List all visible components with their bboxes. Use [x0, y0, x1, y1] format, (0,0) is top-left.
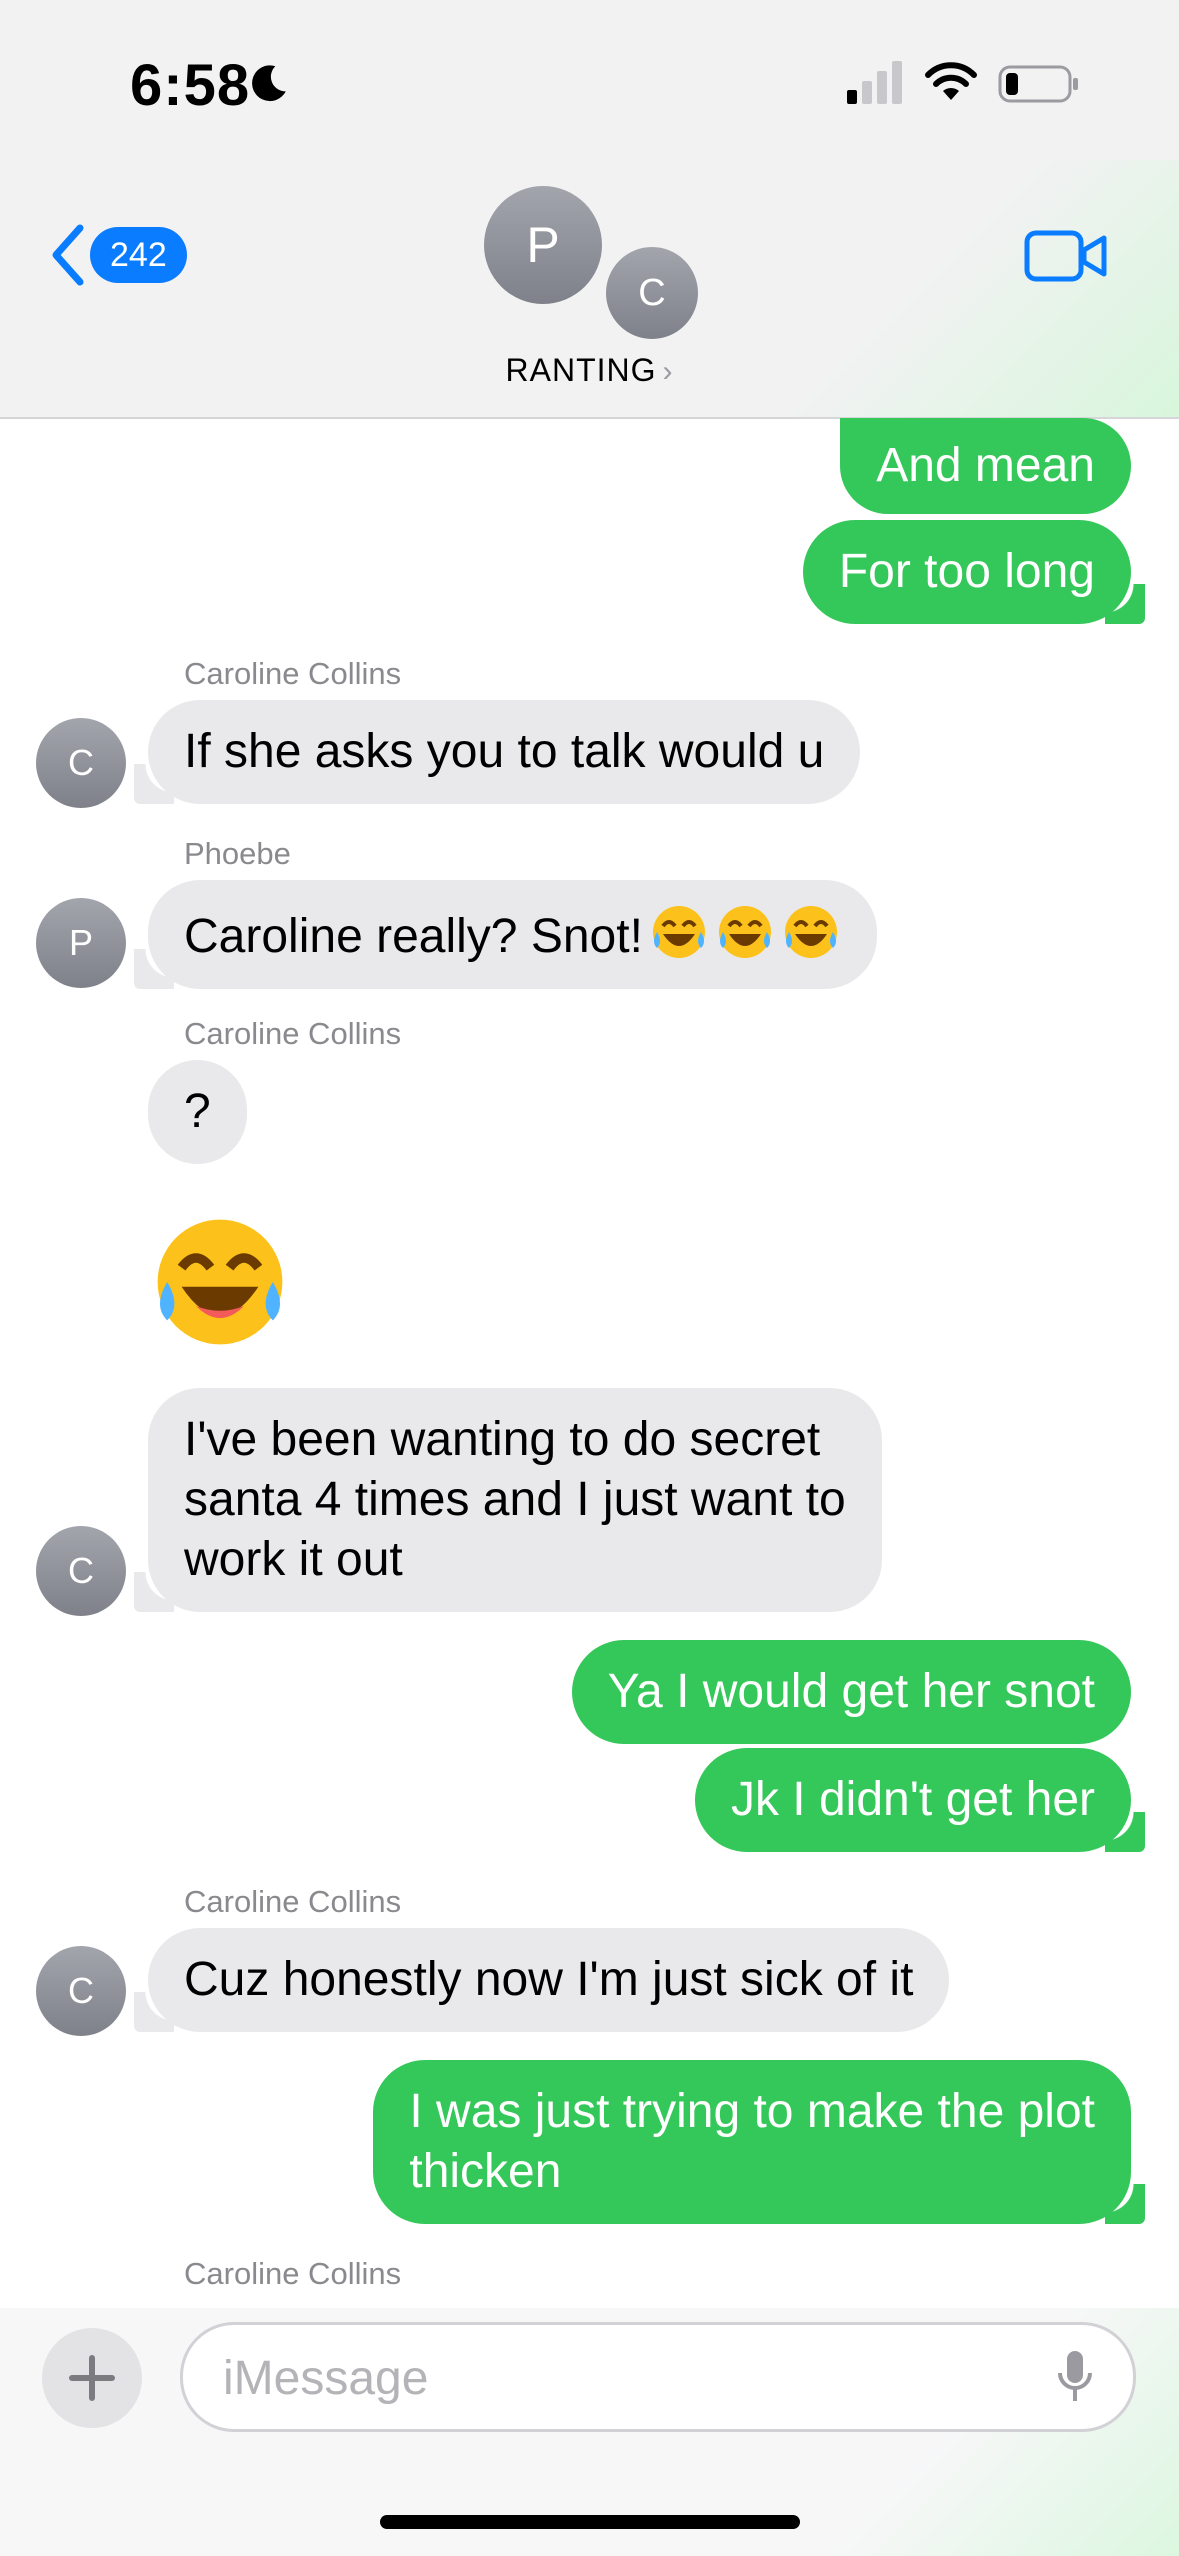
wifi-icon	[925, 62, 977, 100]
message-text: Jk I didn't get her	[730, 1773, 1095, 1826]
message-bubble-received[interactable]: ?	[148, 1060, 247, 1164]
laughing-emoji-icon	[718, 906, 771, 958]
message-bubble-received[interactable]: If she asks you to talk would u	[133, 700, 861, 804]
message-input-placeholder: iMessage	[223, 2352, 429, 2405]
conversation-header: 242 P C RANTING ›	[0, 160, 1179, 419]
message-bubble-received[interactable]: I've been wanting to do secret santa 4 t…	[134, 1388, 882, 1612]
moon-icon	[252, 65, 286, 102]
message-text: Caroline really? Snot!	[184, 910, 643, 963]
message-text: For too long	[838, 545, 1095, 598]
mic-icon[interactable]	[1055, 2349, 1095, 2405]
status-time: 6:58	[130, 53, 251, 118]
back-button[interactable]: 242	[48, 222, 187, 288]
plus-icon	[69, 2355, 115, 2401]
message-text: ?	[184, 1085, 211, 1138]
message-bubble-sent[interactable]: Jk I didn't get her	[694, 1748, 1146, 1852]
group-avatar-primary[interactable]: P	[484, 186, 602, 304]
group-avatar-secondary[interactable]: C	[603, 244, 701, 342]
message-text-line: I was just trying to make the plot	[409, 2085, 1095, 2138]
message-bubble-received[interactable]: Caroline really? Snot!	[134, 880, 877, 989]
status-bar: 6:58	[0, 0, 1179, 160]
group-name[interactable]: RANTING ›	[0, 352, 1179, 389]
video-call-icon[interactable]	[1024, 228, 1108, 284]
sender-name: Caroline Collins	[184, 656, 402, 691]
message-text: If she asks you to talk would u	[184, 725, 825, 778]
avatar[interactable]: C	[36, 1526, 126, 1616]
sender-name: Caroline Collins	[184, 1884, 402, 1919]
message-text: Ya I would get her snot	[607, 1665, 1095, 1718]
message-text-line: I've been wanting to do secret	[184, 1413, 821, 1466]
message-text-line: work it out	[184, 1533, 403, 1586]
signal-icon	[847, 61, 902, 104]
laughing-emoji-icon[interactable]	[148, 1210, 292, 1354]
message-bubble-sent[interactable]: I was just trying to make the plot thick…	[373, 2060, 1145, 2224]
sender-name: Phoebe	[184, 836, 291, 871]
battery-icon	[998, 65, 1078, 103]
group-name-label: RANTING	[505, 352, 657, 388]
message-bubble-sent[interactable]: And mean	[840, 418, 1131, 514]
sender-name: Caroline Collins	[184, 2256, 402, 2291]
laughing-emoji-icon	[784, 906, 837, 958]
avatar[interactable]: C	[36, 718, 126, 808]
message-text-line: thicken	[409, 2145, 562, 2198]
message-text: And mean	[876, 439, 1095, 492]
message-text-line: santa 4 times and I just want to	[184, 1473, 846, 1526]
message-bubble-sent[interactable]: Ya I would get her snot	[571, 1640, 1131, 1744]
message-text: Cuz honestly now I'm just sick of it	[184, 1953, 914, 2006]
avatar[interactable]: C	[36, 1946, 126, 2036]
avatar[interactable]: P	[36, 898, 126, 988]
unread-count-badge: 242	[90, 227, 187, 283]
plus-button[interactable]	[42, 2328, 142, 2428]
message-bubble-received[interactable]: Cuz honestly now I'm just sick of it	[133, 1928, 950, 2032]
message-input[interactable]: iMessage	[180, 2322, 1136, 2432]
back-chevron-icon	[52, 224, 84, 286]
laughing-emoji-icon	[652, 906, 705, 958]
sender-name: Caroline Collins	[184, 1016, 402, 1051]
message-bubble-sent[interactable]: For too long	[802, 520, 1146, 624]
chevron-right-icon: ›	[662, 355, 674, 388]
home-indicator[interactable]	[380, 2515, 800, 2529]
